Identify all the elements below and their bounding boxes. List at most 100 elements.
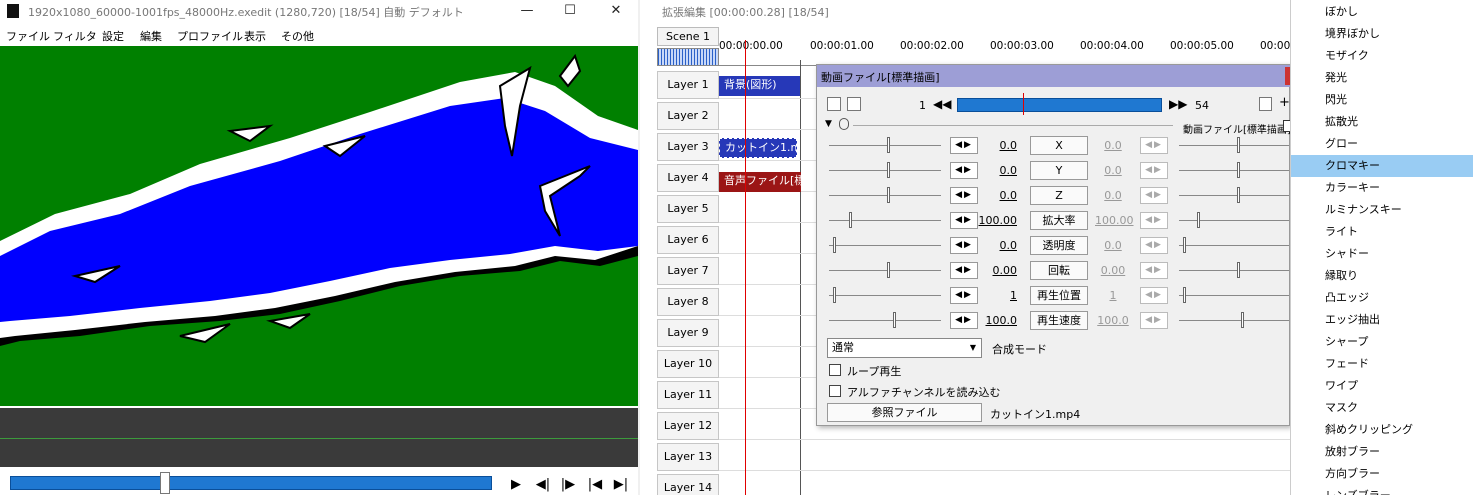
- layer-header[interactable]: Layer 6: [657, 226, 719, 254]
- param-slider-left[interactable]: [829, 220, 941, 221]
- param-value-start[interactable]: 0.00: [977, 264, 1018, 277]
- param-step-buttons[interactable]: ◀▶: [950, 212, 978, 229]
- layer-header[interactable]: Layer 12: [657, 412, 719, 440]
- param-value-start[interactable]: 0.0: [977, 139, 1018, 152]
- maximize-button[interactable]: ☐: [559, 2, 581, 20]
- filter-item[interactable]: 閃光: [1291, 89, 1473, 111]
- param-slider-left[interactable]: [829, 145, 941, 146]
- refresh-icon[interactable]: [1259, 97, 1272, 111]
- param-slider-left[interactable]: [829, 295, 941, 296]
- param-step-buttons-end[interactable]: ◀▶: [1140, 212, 1168, 229]
- filter-item[interactable]: クロマキー: [1291, 155, 1473, 177]
- param-value-start[interactable]: 0.0: [977, 189, 1018, 202]
- timeline-clip-background[interactable]: 背景(図形): [719, 76, 800, 96]
- blend-mode-select[interactable]: 通常: [827, 338, 982, 358]
- param-slider-thumb[interactable]: [887, 187, 890, 203]
- reference-file-button[interactable]: 参照ファイル: [827, 403, 982, 422]
- param-slider-left[interactable]: [829, 320, 941, 321]
- param-slider-thumb[interactable]: [893, 312, 896, 328]
- param-slider-thumb-end[interactable]: [1241, 312, 1244, 328]
- param-value-start[interactable]: 100.00: [977, 214, 1018, 227]
- filter-item[interactable]: グロー: [1291, 133, 1473, 155]
- param-slider-right[interactable]: [1179, 195, 1289, 196]
- split-icon[interactable]: [827, 97, 841, 111]
- filter-item[interactable]: ライト: [1291, 221, 1473, 243]
- alpha-checkbox[interactable]: [829, 385, 841, 397]
- filter-item[interactable]: 放射ブラー: [1291, 441, 1473, 463]
- timeline-clip-audio[interactable]: 音声ファイル[標: [719, 172, 801, 192]
- seek-bar[interactable]: [10, 476, 492, 490]
- param-value-end[interactable]: 0.0: [1095, 239, 1131, 252]
- next-frame-button[interactable]: |▶: [558, 476, 578, 494]
- menu-other[interactable]: その他: [281, 28, 314, 44]
- menu-view[interactable]: 表示: [244, 28, 266, 44]
- scene-tab[interactable]: Scene 1: [657, 27, 719, 46]
- camera-icon[interactable]: [847, 97, 861, 111]
- filter-item[interactable]: 斜めクリッピング: [1291, 419, 1473, 441]
- filter-item[interactable]: モザイク: [1291, 45, 1473, 67]
- param-slider-left[interactable]: [829, 195, 941, 196]
- param-slider-thumb[interactable]: [887, 137, 890, 153]
- param-name-button[interactable]: Y: [1030, 161, 1088, 180]
- filter-item[interactable]: フェード: [1291, 353, 1473, 375]
- layer-header[interactable]: Layer 4: [657, 164, 719, 192]
- param-step-buttons-end[interactable]: ◀▶: [1140, 137, 1168, 154]
- prev-frame-button[interactable]: ◀|: [533, 476, 553, 494]
- filter-item[interactable]: シャープ: [1291, 331, 1473, 353]
- param-slider-right[interactable]: [1179, 245, 1289, 246]
- layer-header[interactable]: Layer 9: [657, 319, 719, 347]
- filter-item[interactable]: 方向ブラー: [1291, 463, 1473, 485]
- filter-item[interactable]: 縁取り: [1291, 265, 1473, 287]
- param-value-start[interactable]: 100.0: [977, 314, 1018, 327]
- param-slider-right[interactable]: [1179, 170, 1289, 171]
- param-name-button[interactable]: 透明度: [1030, 236, 1088, 255]
- param-step-buttons[interactable]: ◀▶: [950, 187, 978, 204]
- filter-item[interactable]: カラーキー: [1291, 177, 1473, 199]
- filter-item[interactable]: 境界ぼかし: [1291, 23, 1473, 45]
- param-slider-thumb-end[interactable]: [1237, 162, 1240, 178]
- param-name-button[interactable]: 回転: [1030, 261, 1088, 280]
- filter-item[interactable]: ルミナンスキー: [1291, 199, 1473, 221]
- filter-item[interactable]: ワイプ: [1291, 375, 1473, 397]
- filter-item[interactable]: レンズブラー: [1291, 485, 1473, 495]
- filter-item[interactable]: シャドー: [1291, 243, 1473, 265]
- timeline-clip-video[interactable]: カットイン1.mp4: [719, 138, 797, 158]
- param-name-button[interactable]: Z: [1030, 186, 1088, 205]
- filter-item[interactable]: 発光: [1291, 67, 1473, 89]
- param-step-buttons-end[interactable]: ◀▶: [1140, 237, 1168, 254]
- layer-header[interactable]: Layer 11: [657, 381, 719, 409]
- add-icon[interactable]: +: [1279, 95, 1290, 110]
- playhead[interactable]: [745, 40, 746, 495]
- param-slider-left[interactable]: [829, 170, 941, 171]
- param-step-buttons-end[interactable]: ◀▶: [1140, 287, 1168, 304]
- param-slider-right[interactable]: [1179, 220, 1289, 221]
- menu-settings[interactable]: 設定: [102, 28, 124, 44]
- param-slider-thumb-end[interactable]: [1183, 237, 1186, 253]
- layer-header[interactable]: Layer 1: [657, 71, 719, 99]
- param-slider-thumb-end[interactable]: [1197, 212, 1200, 228]
- layer-header[interactable]: Layer 13: [657, 443, 719, 471]
- param-step-buttons-end[interactable]: ◀▶: [1140, 312, 1168, 329]
- expand-arrow-icon[interactable]: ▼: [825, 119, 832, 129]
- param-slider-thumb-end[interactable]: [1237, 262, 1240, 278]
- menu-filter[interactable]: フィルタ: [53, 28, 97, 44]
- param-slider-thumb-end[interactable]: [1237, 187, 1240, 203]
- param-slider-thumb-end[interactable]: [1183, 287, 1186, 303]
- menu-profile[interactable]: プロファイル: [177, 28, 243, 44]
- filter-item[interactable]: エッジ抽出: [1291, 309, 1473, 331]
- param-value-start[interactable]: 1: [977, 289, 1017, 302]
- loop-checkbox[interactable]: [829, 364, 841, 376]
- param-value-end[interactable]: 100.00: [1095, 214, 1134, 227]
- param-value-end[interactable]: 0.00: [1095, 264, 1131, 277]
- param-step-buttons[interactable]: ◀▶: [950, 137, 978, 154]
- filter-item[interactable]: 凸エッジ: [1291, 287, 1473, 309]
- param-step-buttons-end[interactable]: ◀▶: [1140, 187, 1168, 204]
- param-value-end[interactable]: 100.0: [1095, 314, 1131, 327]
- param-value-end[interactable]: 0.0: [1095, 164, 1131, 177]
- layer-header[interactable]: Layer 10: [657, 350, 719, 378]
- param-step-buttons[interactable]: ◀▶: [950, 262, 978, 279]
- param-step-buttons-end[interactable]: ◀▶: [1140, 262, 1168, 279]
- param-name-button[interactable]: 再生位置: [1030, 286, 1088, 305]
- chevron-down-icon[interactable]: ▼: [967, 341, 979, 355]
- param-step-buttons[interactable]: ◀▶: [950, 312, 978, 329]
